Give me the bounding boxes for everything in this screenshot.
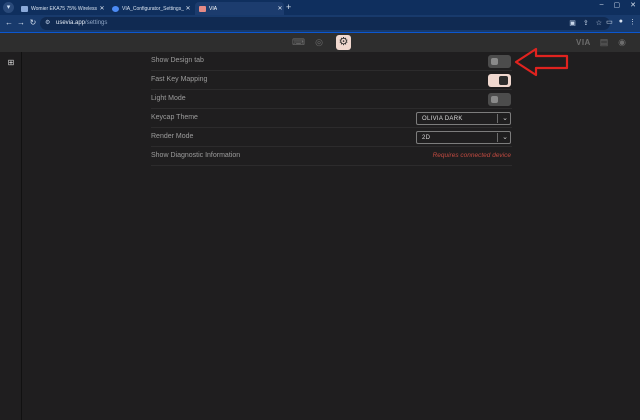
setting-render-mode: Render Mode 2D ⌄ (151, 128, 512, 147)
tab-search-button[interactable]: ▾ (3, 2, 14, 13)
new-tab-button[interactable]: + (286, 2, 291, 13)
macro-icon[interactable]: ◎ (313, 37, 325, 48)
browser-right-actions: ▭ ● ⋮ (606, 18, 636, 26)
toggle-knob (491, 96, 498, 103)
reload-icon[interactable]: ↻ (28, 18, 38, 28)
requires-device-note: Requires connected device (432, 152, 511, 159)
setting-label: Render Mode (151, 133, 194, 140)
render-mode-select[interactable]: 2D ⌄ (416, 131, 511, 144)
annotation-arrow-icon (514, 47, 569, 77)
via-logo: VIA (576, 38, 591, 47)
keycap-theme-select[interactable]: OLIVIA DARK ⌄ (416, 112, 511, 125)
settings-icon[interactable]: ⚙ (336, 35, 351, 50)
select-divider (497, 133, 498, 142)
setting-label: Fast Key Mapping (151, 76, 208, 83)
discord-icon[interactable]: ◉ (616, 37, 628, 48)
address-bar[interactable]: ⚙ usevia.app/settings ▣ ⇪ ☆ (40, 17, 610, 30)
tab-favicon-icon (21, 5, 28, 12)
select-value: 2D (422, 135, 431, 141)
tab-title: VIA_Configurator_Settings_Goo (122, 5, 184, 12)
toolbox-icon[interactable]: ⊞ (6, 58, 16, 67)
setting-fast-key-mapping: Fast Key Mapping (151, 71, 512, 90)
settings-panel: Show Design tab Fast Key Mapping Light M… (151, 52, 512, 166)
chevron-down-icon[interactable]: ⌄ (502, 114, 508, 123)
tab-title: VIA (209, 5, 218, 12)
screen: ▾ Womier EKA75 75% Wireless A ✕ VIA_Conf… (0, 0, 640, 420)
setting-keycap-theme: Keycap Theme OLIVIA DARK ⌄ (151, 109, 512, 128)
maximize-icon[interactable]: ▢ (614, 1, 621, 9)
close-window-icon[interactable]: ✕ (630, 1, 636, 9)
light-mode-toggle[interactable] (488, 93, 511, 106)
close-icon[interactable]: ✕ (276, 5, 284, 12)
tab-via-configurator-doc[interactable]: VIA_Configurator_Settings_Goo ✕ (108, 2, 192, 15)
arrow-shape (514, 47, 569, 77)
profile-icon[interactable]: ● (619, 18, 623, 26)
site-info-icon[interactable]: ⚙ (45, 19, 51, 27)
fast-key-mapping-toggle[interactable] (488, 74, 511, 87)
tab-womier[interactable]: Womier EKA75 75% Wireless A ✕ (17, 2, 106, 15)
chevron-down-icon[interactable]: ⌄ (502, 133, 508, 142)
select-divider (497, 114, 498, 123)
tab-title: Womier EKA75 75% Wireless A (31, 5, 98, 12)
setting-light-mode: Light Mode (151, 90, 512, 109)
share-icon[interactable]: ⇪ (583, 19, 589, 28)
url-host: usevia.app (56, 20, 86, 26)
left-rail: ⊞ (0, 52, 22, 420)
browser-toolbar: ← → ↻ ⚙ usevia.app/settings ▣ ⇪ ☆ ▭ ● ⋮ (0, 15, 640, 32)
close-icon[interactable]: ✕ (98, 5, 106, 12)
window-controls: – ▢ ✕ (600, 1, 636, 9)
tab-favicon-icon (112, 5, 119, 12)
setting-label: Light Mode (151, 95, 186, 102)
setting-label: Show Design tab (151, 57, 204, 64)
device-icon[interactable]: ▤ (598, 37, 610, 48)
url-text: usevia.app/settings (56, 19, 107, 28)
bookmark-star-icon[interactable]: ☆ (596, 19, 602, 28)
select-value: OLIVIA DARK (422, 116, 463, 122)
tab-via[interactable]: VIA ✕ (195, 2, 284, 15)
tab-favicon-icon (199, 5, 206, 12)
install-app-icon[interactable]: ▣ (569, 19, 576, 28)
setting-label: Show Diagnostic Information (151, 152, 241, 159)
menu-icon[interactable]: ⋮ (629, 18, 636, 26)
omnibox-actions: ▣ ⇪ ☆ (569, 19, 602, 28)
setting-diagnostic-info: Show Diagnostic Information Requires con… (151, 147, 512, 166)
toggle-knob (491, 58, 498, 65)
url-path: /settings (85, 20, 108, 26)
setting-show-design-tab: Show Design tab (151, 52, 512, 71)
setting-label: Keycap Theme (151, 114, 198, 121)
minimize-icon[interactable]: – (600, 1, 604, 9)
browser-tab-strip: ▾ Womier EKA75 75% Wireless A ✕ VIA_Conf… (0, 0, 640, 15)
extensions-icon[interactable]: ▭ (606, 18, 613, 26)
back-icon[interactable]: ← (4, 18, 14, 28)
show-design-tab-toggle[interactable] (488, 55, 511, 68)
keyboard-icon[interactable]: ⌨ (292, 37, 305, 48)
toggle-knob (499, 76, 508, 85)
close-icon[interactable]: ✕ (184, 5, 192, 12)
forward-icon[interactable]: → (16, 18, 26, 28)
